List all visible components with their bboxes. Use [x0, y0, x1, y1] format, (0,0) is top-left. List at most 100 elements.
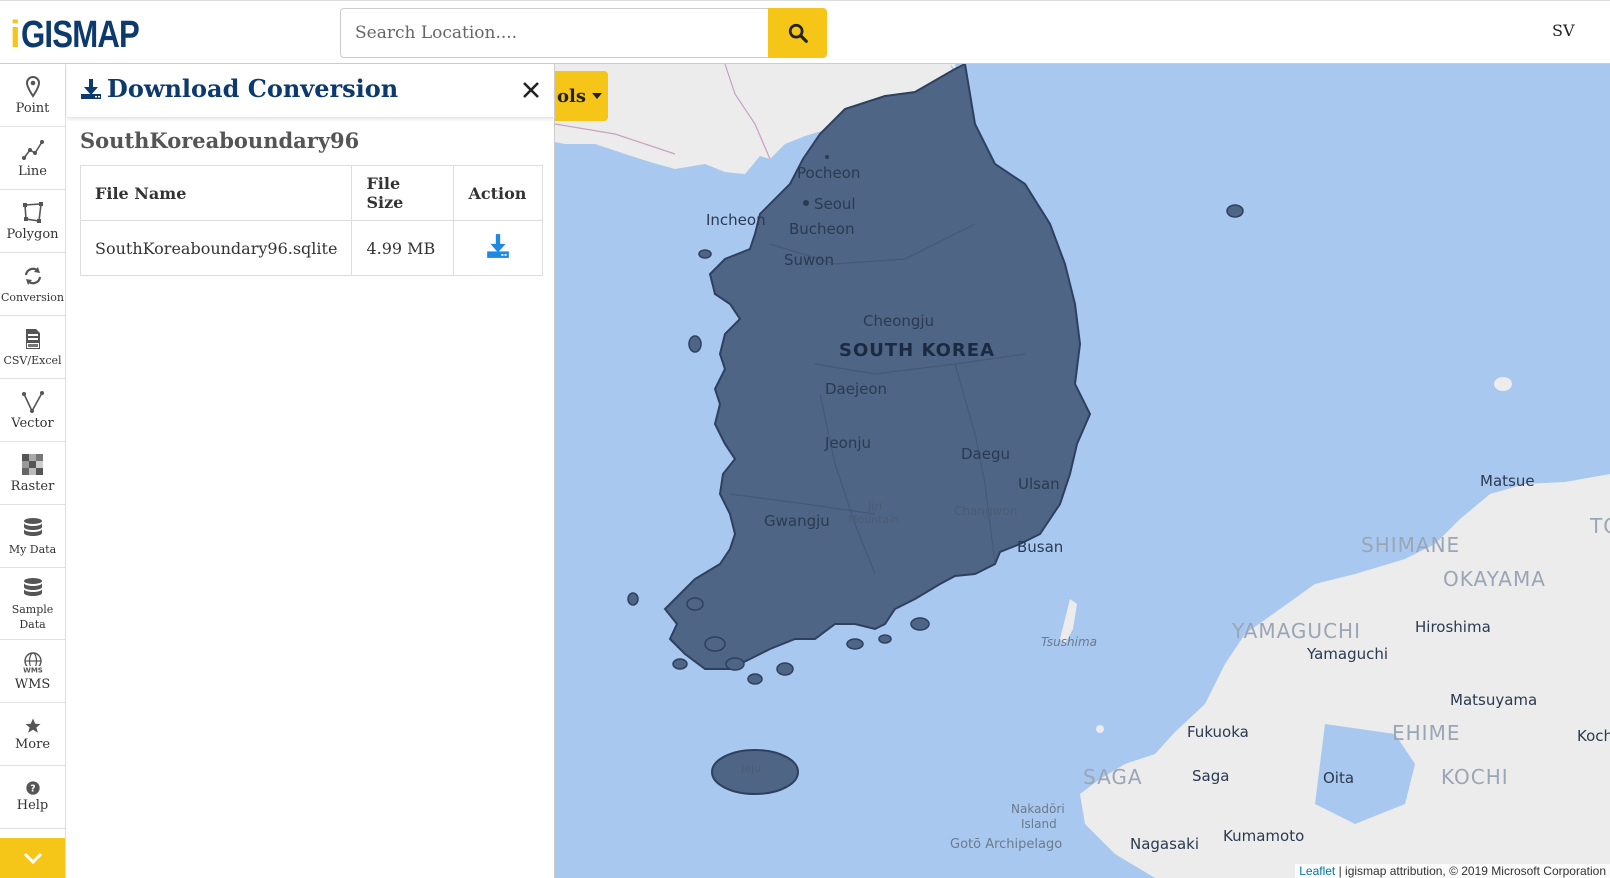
file-heading: SouthKoreaboundary96 — [80, 128, 360, 153]
sidebar-item-csv-excel[interactable]: CSV/Excel — [0, 316, 65, 379]
download-table: File Name File Size Action SouthKoreabou… — [79, 165, 543, 276]
sidebar-label: WMS — [14, 676, 51, 692]
sidebar-item-polygon[interactable]: Polygon — [0, 190, 65, 253]
map-label-okayama: OKAYAMA — [1443, 567, 1546, 591]
tool-sidebar: Point Line Polygon Conversion CSV/Excel … — [0, 64, 66, 878]
user-menu[interactable]: SV — [1552, 21, 1575, 40]
map-label-jiri: Jiri — [868, 500, 882, 513]
question-icon: ? — [25, 781, 40, 795]
map-pin-icon — [25, 75, 40, 98]
map-view[interactable]: ols SOUTH KOREA Pocheon Seoul Incheon Bu… — [555, 64, 1610, 878]
map-label-jeju: Jeju — [741, 762, 762, 775]
map-label-nagasaki: Nagasaki — [1130, 835, 1199, 853]
sidebar-expand-button[interactable] — [0, 838, 65, 878]
download-conversion-panel: Download Conversion SouthKoreaboundary96… — [67, 64, 555, 878]
raster-icon — [21, 453, 43, 475]
map-label-matsue: Matsue — [1480, 472, 1535, 490]
search-input[interactable] — [340, 8, 768, 58]
map-label-gwangju: Gwangju — [764, 512, 830, 530]
map-label-shimane: SHIMANE — [1361, 533, 1461, 557]
igismap-logo[interactable]: i GISMAP — [10, 11, 164, 55]
sidebar-item-sample-data[interactable]: Sample Data — [0, 568, 65, 640]
map-label-saga-region: SAGA — [1083, 765, 1143, 789]
tools-label: ols — [557, 85, 586, 107]
attribution-text: | igismap attribution, © 2019 Microsoft … — [1335, 864, 1606, 878]
column-header-file-size: File Size — [351, 165, 455, 221]
map-label-saga: Saga — [1192, 767, 1230, 785]
logo-text: GISMAP — [20, 14, 140, 56]
svg-text:WMS: WMS — [23, 666, 43, 674]
map-label-kumamoto: Kumamoto — [1223, 827, 1305, 845]
top-bar: i GISMAP SV — [0, 0, 1610, 64]
sidebar-label: My Data — [8, 542, 57, 556]
vector-icon — [21, 390, 44, 413]
map-label-daegu: Daegu — [961, 445, 1010, 463]
map-label-fukuoka: Fukuoka — [1187, 723, 1249, 741]
sidebar-item-conversion[interactable]: Conversion — [0, 253, 65, 316]
search-bar — [340, 8, 827, 58]
map-attribution: Leaflet | igismap attribution, © 2019 Mi… — [1295, 864, 1610, 878]
sidebar-label: Sample Data — [11, 602, 54, 631]
map-label-to: TO — [1590, 514, 1610, 538]
column-header-action: Action — [453, 165, 543, 221]
sidebar-label: Line — [18, 163, 47, 179]
chevron-down-icon — [23, 852, 43, 865]
sidebar-item-wms[interactable]: WMS WMS — [0, 640, 65, 703]
map-label-nakadori: Nakadōri — [1011, 802, 1065, 816]
leaflet-link[interactable]: Leaflet — [1299, 864, 1335, 878]
map-label-changwon: Changwon — [954, 504, 1018, 518]
map-label-yamaguchi-region: YAMAGUCHI — [1232, 619, 1361, 643]
map-label-nakadori-island: Island — [1021, 817, 1057, 831]
sidebar-item-more[interactable]: More — [0, 703, 65, 766]
search-icon — [788, 23, 808, 43]
table-header-row: File Name File Size Action — [79, 165, 543, 221]
sidebar-item-my-data[interactable]: My Data — [0, 505, 65, 568]
map-label-koch: Koch — [1577, 727, 1610, 745]
download-file-icon[interactable] — [485, 233, 511, 259]
caret-down-icon — [591, 93, 602, 99]
table-row: SouthKoreaboundary96.sqlite 4.99 MB — [79, 220, 543, 276]
sidebar-item-raster[interactable]: Raster — [0, 442, 65, 505]
sidebar-label: More — [14, 736, 51, 752]
csv-file-icon — [25, 328, 40, 349]
panel-header: Download Conversion — [67, 64, 555, 118]
map-label-kochi: KOCHI — [1441, 765, 1509, 789]
panel-title: Download Conversion — [79, 74, 398, 103]
sidebar-label: Point — [15, 100, 50, 116]
sidebar-label: Help — [16, 798, 49, 813]
sidebar-label: Conversion — [1, 290, 64, 304]
map-label-yamaguchi: Yamaguchi — [1307, 645, 1389, 663]
panel-title-text: Download Conversion — [107, 74, 399, 103]
close-icon[interactable] — [519, 78, 543, 102]
map-label-incheon: Incheon — [706, 211, 766, 229]
polygon-icon — [22, 201, 43, 223]
refresh-icon — [24, 266, 41, 285]
action-cell — [453, 220, 543, 276]
sidebar-item-help[interactable]: ? Help — [0, 766, 65, 829]
sidebar-item-line[interactable]: Line — [0, 127, 65, 190]
column-header-file-name: File Name — [79, 165, 353, 221]
map-label-ehime: EHIME — [1392, 721, 1461, 745]
sidebar-item-point[interactable]: Point — [0, 64, 65, 127]
search-button[interactable] — [768, 8, 827, 58]
sidebar-item-vector[interactable]: Vector — [0, 379, 65, 442]
map-label-cheongju: Cheongju — [863, 312, 935, 330]
globe-icon: WMS — [22, 651, 43, 674]
map-label-matsuyama: Matsuyama — [1450, 691, 1538, 709]
sidebar-label: Raster — [10, 478, 55, 494]
map-label-ulsan: Ulsan — [1018, 475, 1060, 493]
database-icon — [23, 577, 42, 596]
map-basemap — [555, 64, 1610, 878]
map-label-jiri-mountain: Mountain — [848, 513, 900, 526]
map-label-oita: Oita — [1323, 769, 1355, 787]
tools-dropdown-button[interactable]: ols — [555, 71, 608, 121]
map-label-daejeon: Daejeon — [825, 380, 888, 398]
star-icon — [25, 718, 40, 733]
map-label-bucheon: Bucheon — [789, 220, 855, 238]
line-icon — [21, 139, 44, 160]
file-size-cell: 4.99 MB — [351, 220, 455, 276]
map-label-busan: Busan — [1017, 538, 1064, 556]
svg-text:?: ? — [30, 783, 35, 794]
download-icon — [81, 78, 101, 99]
sidebar-label: Vector — [11, 415, 54, 431]
